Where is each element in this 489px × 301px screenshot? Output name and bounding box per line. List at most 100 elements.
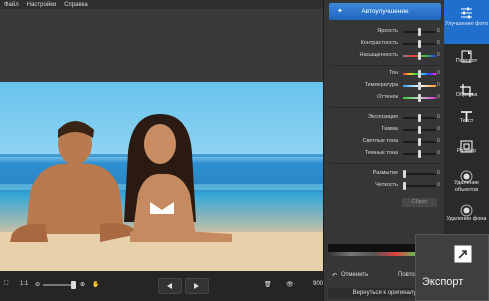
slider-track[interactable] — [403, 182, 436, 190]
zoom-slider-thumb[interactable] — [71, 281, 76, 289]
arrow-right-icon — [194, 283, 199, 289]
tool-label: Удаление фона — [446, 216, 487, 222]
auto-enhance-label: Автоулучшение — [361, 8, 409, 15]
slider-label: Гамма — [381, 126, 398, 132]
slider-tint[interactable]: Оттенок 0 — [324, 93, 443, 103]
photo-canvas — [0, 9, 323, 271]
slider-hue[interactable]: Тон 0 — [324, 69, 443, 79]
slider-value: 0 — [437, 94, 440, 100]
slider-brightness[interactable]: Яркость 0 — [324, 27, 443, 37]
compare-eye-icon[interactable]: 👁 — [286, 281, 294, 288]
zoom-out-icon[interactable]: ⊖ — [35, 281, 40, 288]
tool-label: Размер — [457, 148, 476, 154]
slider-label: Тон — [388, 70, 398, 76]
menu-bar: Файл Настройки Справка — [0, 0, 323, 9]
slider-shadows[interactable]: Темные тона 0 — [324, 149, 443, 159]
slider-label: Насыщенность — [359, 52, 398, 58]
slider-thumb[interactable] — [418, 70, 421, 78]
slider-label: Яркость — [377, 28, 398, 34]
export-button[interactable]: Экспорт — [415, 234, 489, 301]
undo-button[interactable]: Отменить — [341, 272, 368, 278]
zoom-percent: 900 — [313, 281, 324, 287]
zoom-slider[interactable] — [43, 281, 76, 289]
fit-screen-icon[interactable]: ⛶ — [4, 281, 8, 288]
slider-thumb[interactable] — [418, 28, 421, 36]
sliders-icon — [461, 7, 472, 19]
slider-thumb[interactable] — [418, 114, 421, 122]
slider-label: Температура — [364, 82, 398, 88]
slider-thumb[interactable] — [418, 150, 421, 158]
slider-value: 0 — [437, 138, 440, 144]
slider-gamma[interactable]: Гамма 0 — [324, 125, 443, 135]
slider-temperature[interactable]: Температура 0 — [324, 81, 443, 91]
slider-track[interactable] — [403, 40, 436, 48]
slider-thumb[interactable] — [418, 126, 421, 134]
menu-settings[interactable]: Настройки — [23, 2, 60, 8]
slider-exposure[interactable]: Экспозиция 0 — [324, 113, 443, 123]
hand-tool-icon[interactable]: ✋ — [92, 281, 99, 288]
slider-track[interactable] — [403, 150, 436, 158]
actual-size-button[interactable]: 1:1 — [20, 281, 28, 287]
slider-value: 0 — [437, 170, 440, 176]
slider-sharpness[interactable]: Четкость 0 — [324, 181, 443, 191]
slider-track[interactable] — [403, 82, 436, 90]
previous-photo-button[interactable] — [158, 278, 182, 294]
export-arrow-icon — [454, 245, 472, 263]
divider — [330, 107, 440, 108]
slider-track[interactable] — [403, 170, 436, 178]
slider-track[interactable] — [403, 52, 436, 60]
tool-label: Удаление объектов — [454, 180, 479, 193]
slider-blur[interactable]: Размытие 0 — [324, 169, 443, 179]
divider — [330, 163, 440, 164]
slider-value: 0 — [437, 150, 440, 156]
redo-button[interactable]: Повто — [398, 272, 415, 278]
export-label: Экспорт — [422, 276, 464, 288]
slider-value: 0 — [437, 28, 440, 34]
arrow-left-icon — [167, 283, 172, 289]
bottom-toolbar: ⛶ 1:1 ⊖ ⊕ ✋ 🗑 👁 900 — [0, 271, 323, 301]
slider-label: Экспозиция — [368, 114, 398, 120]
tool-label: Улучшение фото — [444, 21, 489, 27]
menu-help[interactable]: Справка — [60, 2, 92, 8]
slider-thumb[interactable] — [418, 52, 421, 60]
slider-value: 0 — [437, 114, 440, 120]
slider-track[interactable] — [403, 70, 436, 78]
slider-track[interactable] — [403, 94, 436, 102]
slider-value: 0 — [437, 126, 440, 132]
slider-track[interactable] — [403, 138, 436, 146]
slider-track[interactable] — [403, 126, 436, 134]
next-photo-button[interactable] — [185, 278, 209, 294]
slider-value: 0 — [437, 52, 440, 58]
tool-enhance[interactable]: Улучшение фото — [444, 0, 489, 44]
undo-icon[interactable]: ↶ — [332, 272, 337, 279]
tool-label: Поворот — [455, 58, 478, 64]
auto-enhance-button[interactable]: ✦ Автоулучшение — [329, 3, 441, 20]
slider-thumb[interactable] — [418, 94, 421, 102]
tool-label: Текст — [459, 118, 474, 124]
slider-label: Оттенок — [377, 94, 398, 100]
slider-value: 0 — [437, 70, 440, 76]
slider-thumb[interactable] — [418, 40, 421, 48]
slider-label: Четкость — [375, 182, 398, 188]
slider-thumb[interactable] — [403, 182, 406, 190]
slider-contrast[interactable]: Контрастность 0 — [324, 39, 443, 49]
slider-thumb[interactable] — [418, 138, 421, 146]
slider-label: Темные тона — [364, 150, 398, 156]
slider-thumb[interactable] — [403, 170, 406, 178]
slider-saturation[interactable]: Насыщенность 0 — [324, 51, 443, 61]
delete-icon[interactable]: 🗑 — [264, 281, 272, 288]
divider — [330, 65, 440, 66]
beach-photo — [0, 82, 323, 271]
slider-value: 0 — [437, 82, 440, 88]
reset-button[interactable]: Сброс — [402, 198, 437, 207]
tool-label: Обрезка — [455, 92, 478, 98]
slider-track[interactable] — [403, 114, 436, 122]
slider-thumb[interactable] — [418, 82, 421, 90]
slider-label: Светлые тона — [362, 138, 398, 144]
slider-highlights[interactable]: Светлые тона 0 — [324, 137, 443, 147]
slider-label: Размытие — [372, 170, 398, 176]
zoom-in-icon[interactable]: ⊕ — [80, 281, 85, 288]
magic-wand-icon: ✦ — [337, 8, 343, 15]
slider-track[interactable] — [403, 28, 436, 36]
menu-file[interactable]: Файл — [0, 2, 23, 8]
